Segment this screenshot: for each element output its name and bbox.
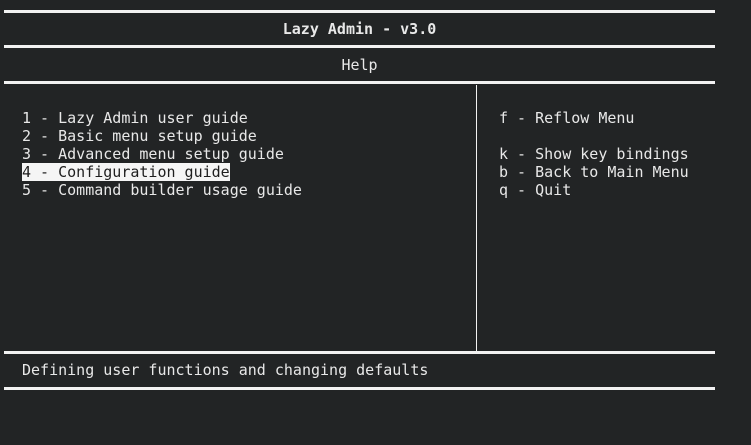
pane-divider (476, 85, 477, 352)
menu-item-label: 1 - Lazy Admin user guide (22, 109, 248, 127)
key-reflow-menu[interactable]: f - Reflow Menu (499, 109, 689, 127)
page-title: Help (341, 56, 378, 74)
top-divider (4, 10, 715, 13)
menu-item-label: 3 - Advanced menu setup guide (22, 145, 284, 163)
menu-item-user-guide[interactable]: 1 - Lazy Admin user guide (22, 109, 302, 127)
menu-item-command-builder[interactable]: 5 - Command builder usage guide (22, 181, 302, 199)
key-bindings-list: f - Reflow Menu k - Show key bindings b … (499, 109, 689, 199)
title-divider (4, 45, 715, 48)
menu-item-advanced-setup[interactable]: 3 - Advanced menu setup guide (22, 145, 302, 163)
header-divider (4, 81, 715, 84)
key-back-main-menu[interactable]: b - Back to Main Menu (499, 163, 689, 181)
terminal-window: Lazy Admin - v3.0 Help 1 - Lazy Admin us… (0, 0, 751, 445)
help-menu-list: 1 - Lazy Admin user guide 2 - Basic menu… (22, 109, 302, 199)
menu-item-configuration[interactable]: 4 - Configuration guide (22, 163, 302, 181)
key-show-bindings[interactable]: k - Show key bindings (499, 145, 689, 163)
menu-item-label: 4 - Configuration guide (22, 163, 230, 181)
status-description: Defining user functions and changing def… (22, 361, 429, 379)
status-bottom-divider (4, 387, 715, 390)
menu-item-label: 2 - Basic menu setup guide (22, 127, 257, 145)
menu-item-label: 5 - Command builder usage guide (22, 181, 302, 199)
menu-item-basic-setup[interactable]: 2 - Basic menu setup guide (22, 127, 302, 145)
key-quit[interactable]: q - Quit (499, 181, 689, 199)
app-title: Lazy Admin - v3.0 (282, 20, 437, 38)
key-spacer (499, 127, 689, 145)
status-top-divider (4, 351, 715, 354)
